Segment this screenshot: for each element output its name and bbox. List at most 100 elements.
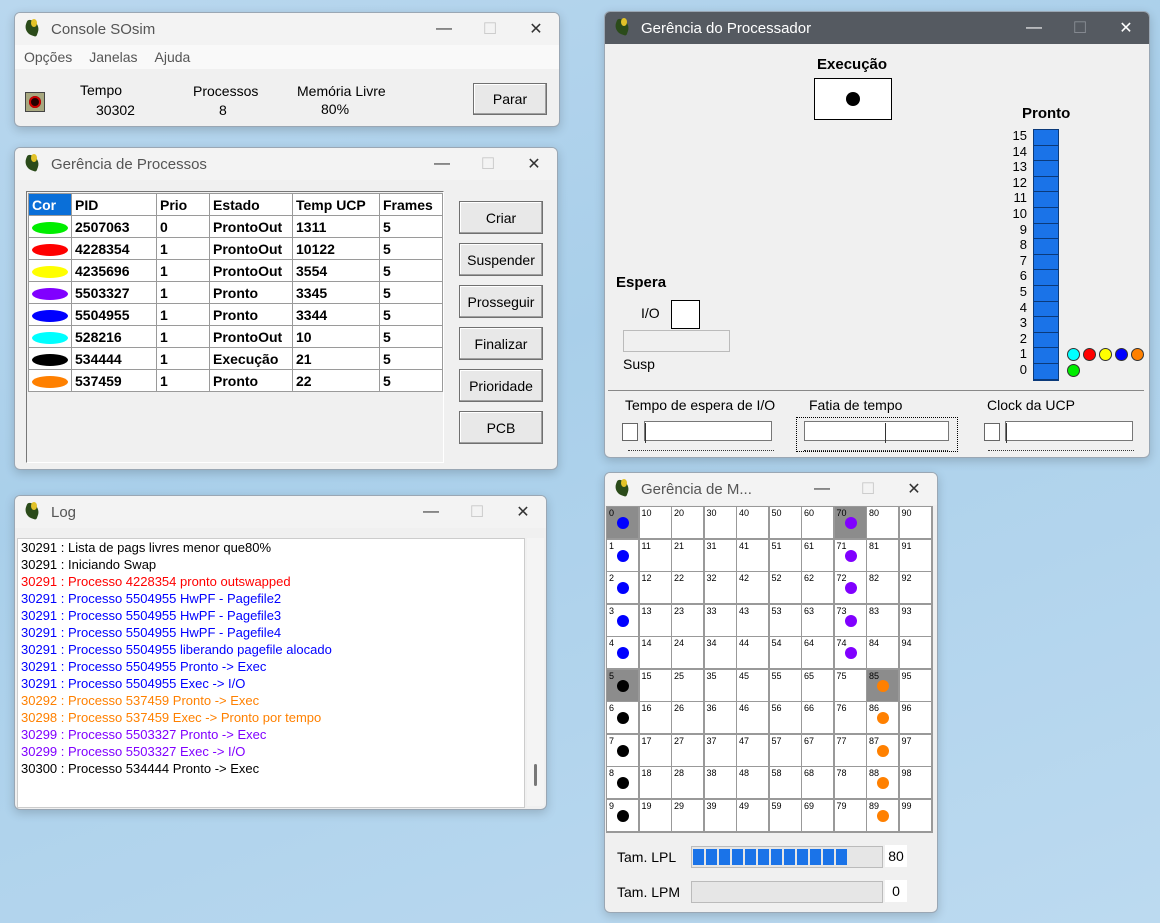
process-table[interactable]: Cor PID Prio Estado Temp UCP Frames 2507… xyxy=(28,193,443,392)
table-row[interactable]: 5504955 1 Pronto 3344 5 xyxy=(28,303,443,326)
close-icon[interactable]: ✕ xyxy=(1103,12,1149,44)
minimize-icon[interactable]: — xyxy=(408,496,454,528)
close-icon[interactable]: ✕ xyxy=(891,473,937,505)
parar-button[interactable]: Parar xyxy=(473,83,547,115)
ucp-cell: 21 xyxy=(292,347,380,370)
memory-frame: 91 xyxy=(899,539,932,572)
lpl-bar-segment xyxy=(706,849,717,865)
table-row[interactable]: 5503327 1 Pronto 3345 5 xyxy=(28,281,443,304)
queue-slot xyxy=(1034,192,1058,208)
memory-frame: 85 xyxy=(867,669,899,702)
minimize-icon[interactable]: — xyxy=(421,13,467,45)
slider-io[interactable] xyxy=(644,421,772,443)
menu-opcoes[interactable]: Opções xyxy=(24,45,72,69)
process-color-swatch xyxy=(32,287,68,300)
ready-process-dot xyxy=(1099,348,1112,361)
header-estado: Estado xyxy=(209,193,293,216)
memory-page-dot xyxy=(877,777,889,789)
memory-frame: 12 xyxy=(639,572,672,604)
maximize-icon: ☐ xyxy=(480,156,496,173)
slider-io-label: Tempo de espera de I/O xyxy=(625,397,776,413)
memory-frame: 21 xyxy=(672,539,704,572)
slider-fatia[interactable] xyxy=(804,421,949,443)
table-row[interactable]: 4228354 1 ProntoOut 10122 5 xyxy=(28,237,443,260)
table-row[interactable]: 537459 1 Pronto 22 5 xyxy=(28,369,443,392)
log-line: 30299 : Processo 5503327 Pronto -> Exec xyxy=(21,727,267,742)
slider-clock-thumb[interactable] xyxy=(1006,423,1013,443)
table-row[interactable]: 2507063 0 ProntoOut 1311 5 xyxy=(28,215,443,238)
processador-titlebar: Gerência do Processador — ☐ ✕ xyxy=(605,12,1149,44)
criar-button[interactable]: Criar xyxy=(459,201,543,234)
log-line: 30291 : Processo 5504955 Exec -> I/O xyxy=(21,676,246,691)
memory-frame-number: 6 xyxy=(609,703,615,713)
memory-frame: 70 xyxy=(834,507,867,539)
memory-frame: 15 xyxy=(639,669,672,702)
queue-priority-number: 4 xyxy=(1019,299,1027,315)
log-scrollbar[interactable] xyxy=(527,538,544,806)
memory-frame-number: 54 xyxy=(771,638,782,648)
slider-clock-ticks xyxy=(988,446,1134,451)
memory-frame-number: 34 xyxy=(706,638,717,648)
processos-window: Gerência de Processos — ☐ ✕ Cor PID Prio… xyxy=(14,147,558,470)
queue-priority-number: 12 xyxy=(1012,174,1027,190)
memory-frame: 82 xyxy=(867,572,899,604)
memory-frame-number: 43 xyxy=(739,605,750,616)
memory-frame: 67 xyxy=(802,734,834,767)
frames-cell: 5 xyxy=(379,237,443,260)
pcb-button[interactable]: PCB xyxy=(459,411,543,444)
table-row[interactable]: 4235696 1 ProntoOut 3554 5 xyxy=(28,259,443,282)
memory-frame-number: 21 xyxy=(674,540,685,551)
log-scroll-thumb[interactable] xyxy=(534,764,537,786)
close-icon[interactable]: ✕ xyxy=(500,496,546,528)
frames-cell: 5 xyxy=(379,369,443,392)
susp-label: Susp xyxy=(623,356,655,372)
memory-frame-number: 63 xyxy=(804,605,815,616)
memory-frame-number: 99 xyxy=(901,800,912,811)
memory-frame: 2 xyxy=(607,572,639,604)
lpm-value: 0 xyxy=(885,880,907,902)
slider-fatia-ticks xyxy=(804,446,948,451)
memory-frame-number: 16 xyxy=(641,703,652,713)
log-text-area[interactable]: 30291 : Lista de pags livres menor que80… xyxy=(17,538,525,808)
memory-frame: 32 xyxy=(704,572,737,604)
suspender-button[interactable]: Suspender xyxy=(459,243,543,276)
slider-io-checkbox[interactable] xyxy=(622,423,638,441)
memory-frame-number: 57 xyxy=(771,735,782,746)
menu-ajuda[interactable]: Ajuda xyxy=(155,45,191,69)
espera-label: Espera xyxy=(616,274,667,291)
memory-frame: 56 xyxy=(769,702,802,734)
memory-frame-number: 68 xyxy=(804,768,815,778)
slider-clock-checkbox[interactable] xyxy=(984,423,1000,441)
prosseguir-button[interactable]: Prosseguir xyxy=(459,285,543,318)
menu-janelas[interactable]: Janelas xyxy=(89,45,137,69)
slider-panel: Tempo de espera de I/O Fatia de tempo Cl… xyxy=(608,390,1144,453)
slider-clock[interactable] xyxy=(1005,421,1133,443)
slider-fatia-thumb[interactable] xyxy=(885,423,892,443)
prioridade-button[interactable]: Prioridade xyxy=(459,369,543,402)
pid-cell: 528216 xyxy=(71,325,157,348)
ready-queue-priority-0 xyxy=(1067,364,1083,378)
process-color-swatch xyxy=(32,353,68,366)
table-row[interactable]: 528216 1 ProntoOut 10 5 xyxy=(28,325,443,348)
close-icon[interactable]: ✕ xyxy=(513,13,559,45)
memory-frame-number: 69 xyxy=(804,800,815,811)
minimize-icon[interactable]: — xyxy=(799,473,845,505)
queue-slot xyxy=(1034,317,1058,333)
memory-frame: 16 xyxy=(639,702,672,734)
frames-cell: 5 xyxy=(379,303,443,326)
slider-io-thumb[interactable] xyxy=(645,423,652,443)
memory-frame: 22 xyxy=(672,572,704,604)
minimize-icon[interactable]: — xyxy=(419,148,465,180)
lpm-label: Tam. LPM xyxy=(617,884,681,900)
memory-frame: 51 xyxy=(769,539,802,572)
close-icon[interactable]: ✕ xyxy=(511,148,557,180)
memory-frame: 49 xyxy=(737,799,769,832)
prio-cell: 1 xyxy=(156,369,210,392)
finalizar-button[interactable]: Finalizar xyxy=(459,327,543,360)
minimize-icon[interactable]: — xyxy=(1011,12,1057,44)
memory-page-dot xyxy=(617,777,629,789)
memory-frame-number: 55 xyxy=(771,670,782,681)
memory-frame: 20 xyxy=(672,507,704,539)
memory-frame: 58 xyxy=(769,767,802,799)
table-row[interactable]: 534444 1 Execução 21 5 xyxy=(28,347,443,370)
